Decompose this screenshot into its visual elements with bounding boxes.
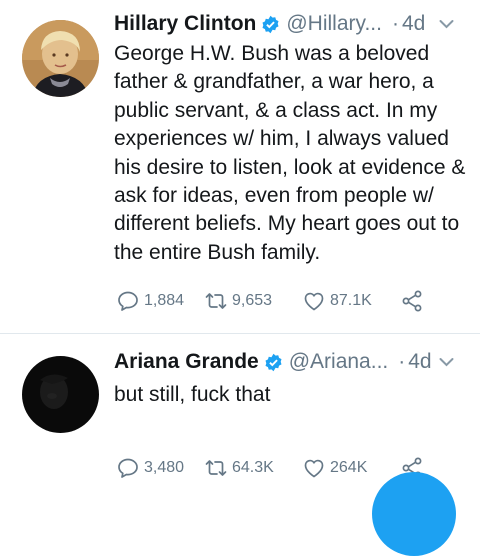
retweet-icon [205,460,227,476]
reply-count: 3,480 [144,459,185,476]
reply-button[interactable]: 1,884 [116,289,204,313]
tweet-text: George H.W. Bush was a beloved father & … [114,42,466,264]
tweet-header: Hillary Clinton @Hillary... · 4d [114,9,466,39]
retweet-button[interactable]: 64.3K [204,456,302,480]
author-name[interactable]: Hillary Clinton [114,12,256,36]
tweet-text: but still, fuck that [114,383,271,406]
share-button[interactable] [400,289,428,313]
timestamp[interactable]: 4d [408,350,431,374]
tweet-header: Ariana Grande @Ariana... · 4d [114,347,466,377]
tweet-actions: 1,884 9,653 87.1K [116,289,428,313]
tweet-actions: 3,480 64.3K 264K [116,456,428,480]
author-handle[interactable]: @Hillary... [286,12,382,36]
timestamp[interactable]: 4d [402,12,425,36]
verified-badge-icon [262,15,279,33]
author-handle[interactable]: @Ariana... [289,350,389,374]
retweet-count: 9,653 [232,292,273,309]
author-name[interactable]: Ariana Grande [114,350,259,374]
tweet-divider [0,333,480,334]
like-button[interactable]: 264K [302,456,400,480]
chevron-down-icon[interactable] [439,19,454,29]
like-count: 87.1K [330,292,372,309]
avatar[interactable] [22,20,99,97]
heart-icon [304,459,324,478]
share-icon [402,290,422,312]
separator-dot: · [398,350,406,373]
reply-count: 1,884 [144,292,185,309]
avatar[interactable] [22,356,99,433]
separator-dot: · [391,12,399,35]
reply-icon [118,458,138,478]
heart-icon [304,292,324,311]
verified-badge-icon [265,353,282,371]
reply-button[interactable]: 3,480 [116,456,204,480]
reply-icon [118,291,138,311]
retweet-count: 64.3K [232,459,274,476]
like-button[interactable]: 87.1K [302,289,400,313]
retweet-button[interactable]: 9,653 [204,289,302,313]
like-count: 264K [330,459,368,476]
compose-tweet-button[interactable] [372,472,456,556]
retweet-icon [205,293,227,309]
chevron-down-icon[interactable] [439,357,454,367]
